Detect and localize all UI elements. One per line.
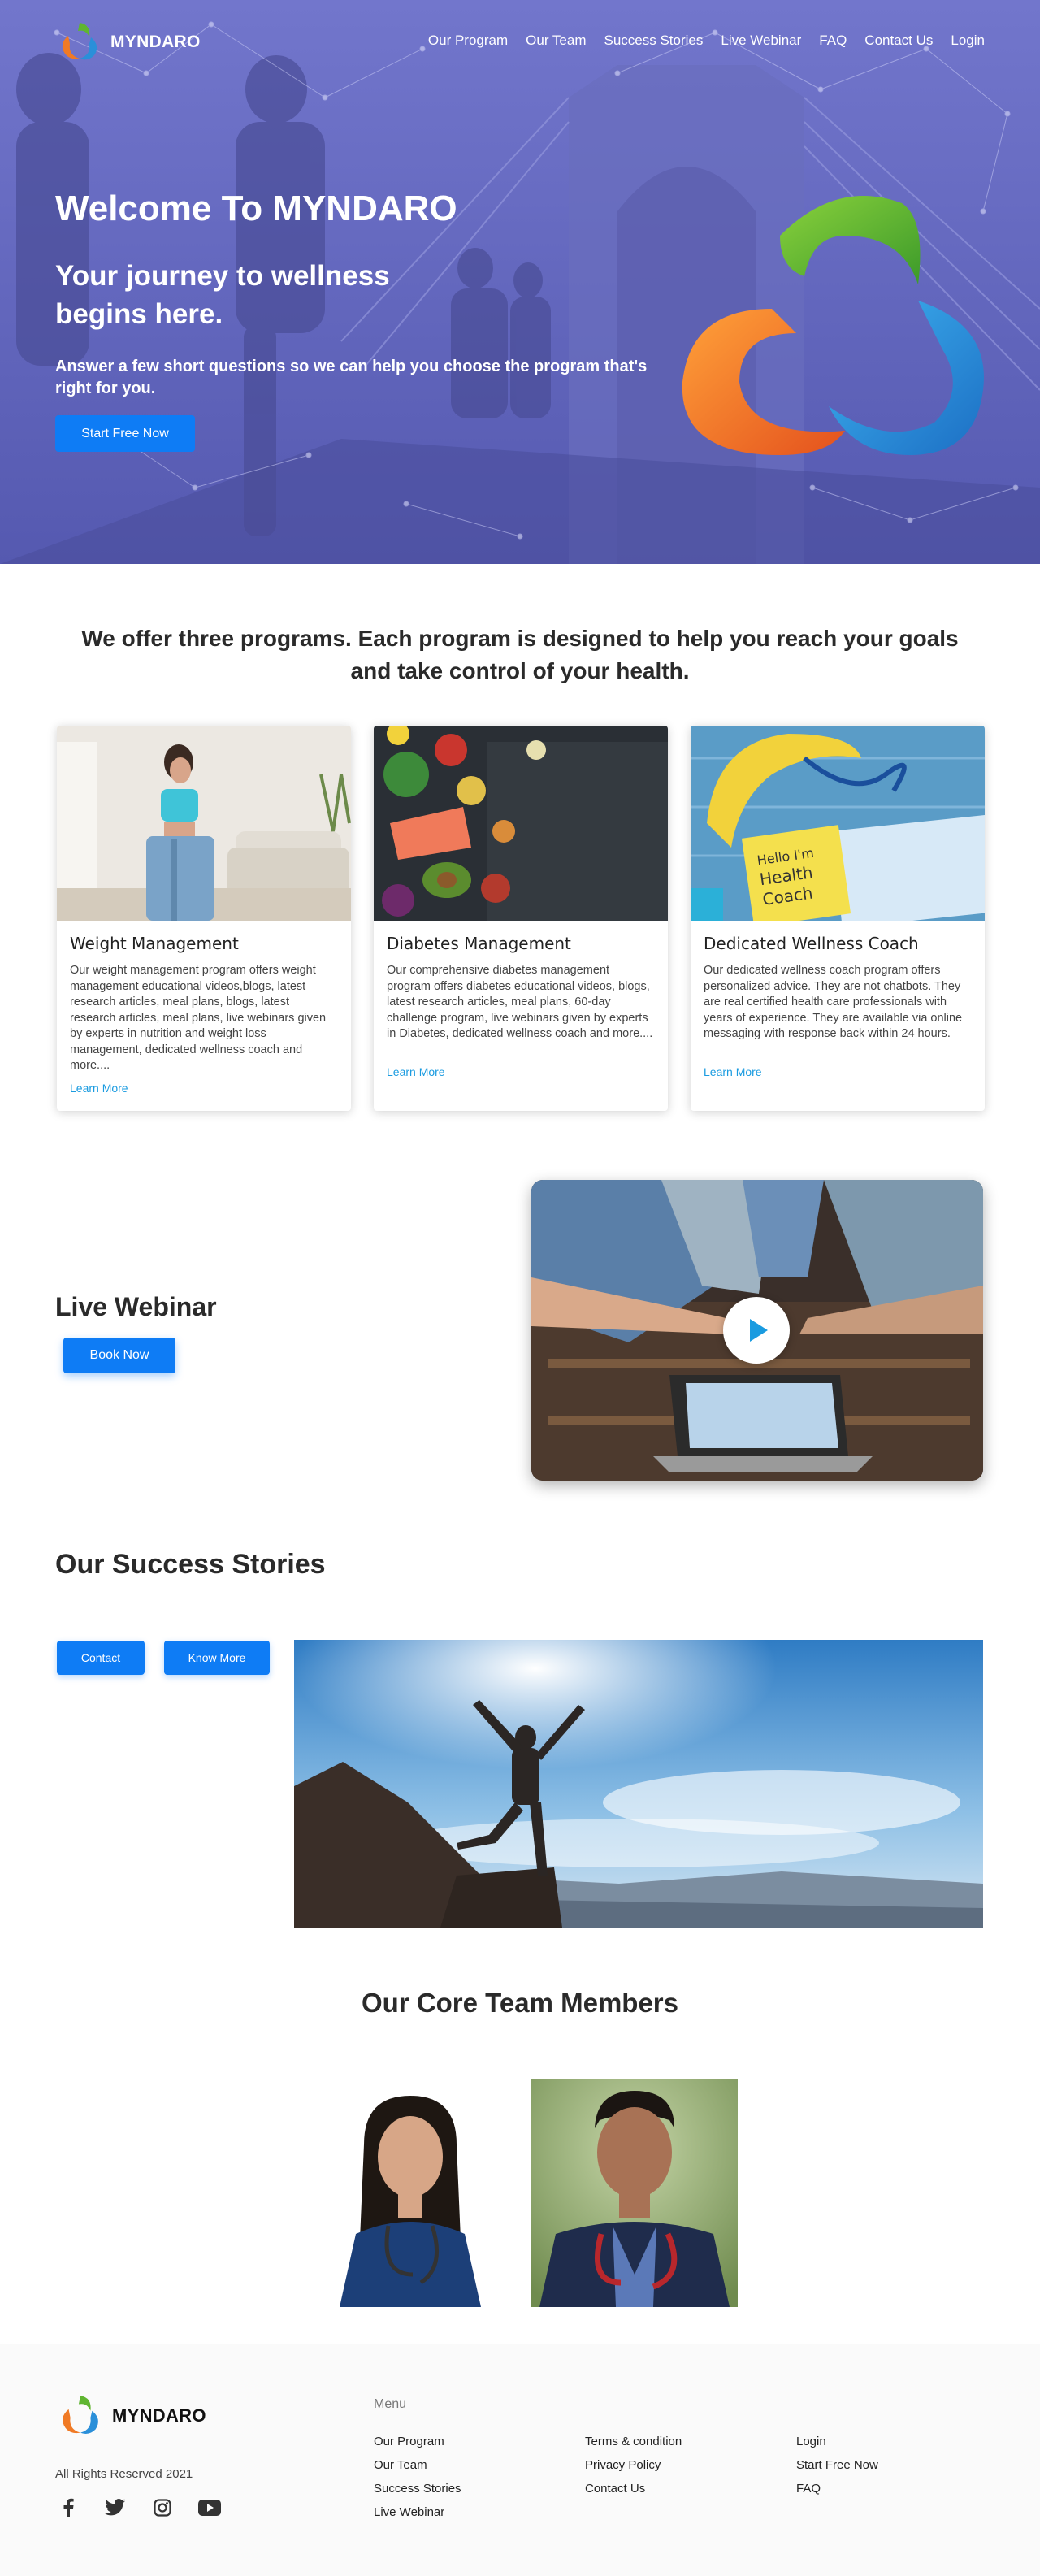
nav-live-webinar[interactable]: Live Webinar: [721, 33, 801, 49]
live-webinar-title: Live Webinar: [55, 1292, 217, 1321]
book-now-button[interactable]: Book Now: [63, 1338, 176, 1373]
card-title: Dedicated Wellness Coach: [704, 934, 919, 953]
footer-link-faq[interactable]: FAQ: [796, 2482, 878, 2496]
hero-section: MYNDARO Our Program Our Team Success Sto…: [0, 0, 1040, 564]
program-card-dedicated-wellness-coach[interactable]: Hello I'm Health Coach Dedicated Wellnes…: [691, 726, 985, 1111]
nav-faq[interactable]: FAQ: [819, 33, 847, 49]
card-description: Our dedicated wellness coach program off…: [704, 964, 963, 1040]
play-button[interactable]: [723, 1297, 790, 1364]
footer-column-3: Login Start Free Now FAQ: [796, 2435, 878, 2496]
footer-link-our-program[interactable]: Our Program: [374, 2435, 462, 2448]
youtube-icon[interactable]: [197, 2495, 223, 2521]
footer-column-1: Our Program Our Team Success Stories Liv…: [374, 2435, 462, 2519]
start-free-now-button[interactable]: Start Free Now: [55, 415, 195, 452]
nav-success-stories[interactable]: Success Stories: [604, 33, 703, 49]
myndaro-logo-icon: [63, 2396, 98, 2435]
card-description: Our comprehensive diabetes management pr…: [387, 964, 653, 1040]
copyright-text: All Rights Reserved 2021: [55, 2467, 193, 2481]
team-member-photo: [307, 2079, 514, 2307]
brand-name: MYNDARO: [112, 2405, 206, 2426]
twitter-icon[interactable]: [102, 2495, 128, 2521]
contact-button[interactable]: Contact: [57, 1641, 145, 1675]
facebook-icon[interactable]: [55, 2495, 81, 2521]
core-team-title: Our Core Team Members: [361, 1988, 678, 2018]
webinar-video[interactable]: [531, 1180, 983, 1481]
footer-link-start-free-now[interactable]: Start Free Now: [796, 2458, 878, 2472]
learn-more-link[interactable]: Learn More: [70, 1082, 128, 1095]
hero-subtitle: Your journey to wellness begins here.: [55, 260, 390, 330]
footer-link-contact-us[interactable]: Contact Us: [585, 2482, 682, 2496]
footer-link-our-team[interactable]: Our Team: [374, 2458, 462, 2472]
play-icon: [750, 1319, 768, 1342]
nav-contact-us[interactable]: Contact Us: [864, 33, 933, 49]
social-links: [55, 2495, 223, 2521]
programs-heading: We offer three programs. Each program is…: [81, 626, 959, 683]
wellness-coach-image: Hello I'm Health Coach: [691, 726, 985, 929]
header-logo[interactable]: MYNDARO: [55, 18, 201, 67]
brand-name: MYNDARO: [110, 33, 201, 51]
footer-logo[interactable]: MYNDARO: [55, 2391, 206, 2441]
success-hiker-image: [294, 1640, 983, 1928]
myndaro-logo-icon: [62, 23, 98, 60]
footer-link-login[interactable]: Login: [796, 2435, 878, 2448]
footer-column-2: Terms & condition Privacy Policy Contact…: [585, 2435, 682, 2496]
footer-link-terms[interactable]: Terms & condition: [585, 2435, 682, 2448]
program-card-diabetes-management[interactable]: Diabetes Management Our comprehensive di…: [374, 726, 668, 1111]
nav-links: Our Program Our Team Success Stories Liv…: [428, 33, 985, 49]
instagram-icon[interactable]: [150, 2495, 176, 2521]
team-member-2-photo: [531, 2079, 738, 2307]
nav-our-team[interactable]: Our Team: [526, 33, 586, 49]
footer-link-live-webinar[interactable]: Live Webinar: [374, 2505, 462, 2519]
nav-our-program[interactable]: Our Program: [428, 33, 508, 49]
learn-more-link[interactable]: Learn More: [387, 1065, 445, 1078]
program-card-weight-management[interactable]: Weight Management Our weight management …: [57, 726, 351, 1111]
team-member-1-photo: [307, 2079, 514, 2307]
learn-more-link[interactable]: Learn More: [704, 1065, 762, 1078]
diabetes-management-image: [374, 726, 668, 921]
card-title: Weight Management: [70, 934, 239, 953]
success-story-image: [294, 1640, 983, 1928]
nav-login[interactable]: Login: [951, 33, 985, 49]
hero-title: Welcome To MYNDARO: [55, 189, 457, 228]
footer: MYNDARO All Rights Reserved 2021 Menu Ou…: [0, 2344, 1040, 2576]
footer-menu-title: Menu: [374, 2397, 407, 2411]
card-description: Our weight management program offers wei…: [70, 964, 327, 1072]
hero-description: Answer a few short questions so we can h…: [55, 358, 648, 397]
top-navigation: MYNDARO Our Program Our Team Success Sto…: [0, 0, 1040, 81]
know-more-button[interactable]: Know More: [164, 1641, 270, 1675]
footer-link-success-stories[interactable]: Success Stories: [374, 2482, 462, 2496]
team-member-photo: [531, 2079, 738, 2307]
card-title: Diabetes Management: [387, 934, 571, 953]
footer-link-privacy[interactable]: Privacy Policy: [585, 2458, 682, 2472]
hero-brand-logo-graphic: [682, 196, 984, 455]
success-stories-title: Our Success Stories: [55, 1549, 326, 1580]
weight-management-image: [57, 726, 351, 921]
